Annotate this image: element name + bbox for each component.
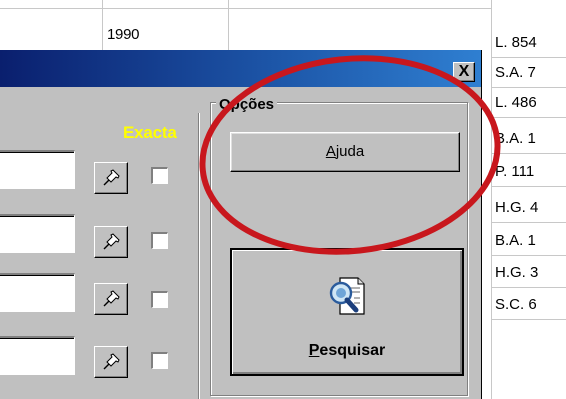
exacta-checkbox[interactable] bbox=[151, 291, 168, 308]
list-item[interactable]: B.A. 1 bbox=[492, 226, 566, 256]
pin-button[interactable] bbox=[94, 283, 128, 315]
year-cell: 1990 bbox=[107, 26, 140, 43]
search-field[interactable] bbox=[0, 150, 75, 189]
pushpin-icon bbox=[103, 169, 120, 186]
search-field[interactable] bbox=[0, 214, 75, 253]
list-item[interactable]: H.G. 3 bbox=[492, 258, 566, 288]
search-field[interactable] bbox=[0, 336, 75, 375]
search-button-text: Pesquisar bbox=[232, 342, 462, 360]
list-item[interactable]: L. 486 bbox=[492, 88, 566, 118]
list-item[interactable]: S.A. 7 bbox=[492, 58, 566, 88]
help-button[interactable]: Ajuda bbox=[230, 132, 460, 172]
exacta-checkbox[interactable] bbox=[151, 167, 168, 184]
pushpin-icon bbox=[103, 233, 120, 250]
pin-button[interactable] bbox=[94, 226, 128, 258]
help-button-mnemonic: A bbox=[325, 143, 336, 160]
search-button-mnemonic: P bbox=[308, 342, 320, 359]
search-dialog: X Exacta Opções Ajuda Pesquisar bbox=[0, 50, 482, 399]
pushpin-icon bbox=[103, 353, 120, 370]
pin-button[interactable] bbox=[94, 162, 128, 194]
list-item[interactable]: P. 111 bbox=[492, 157, 566, 187]
close-button[interactable]: X bbox=[453, 62, 475, 82]
list-item[interactable]: B.A. 1 bbox=[492, 124, 566, 154]
list-item[interactable]: L. 854 bbox=[492, 28, 566, 58]
list-item[interactable]: H.G. 4 bbox=[492, 193, 566, 223]
magnifier-document-icon bbox=[329, 277, 365, 315]
pin-button[interactable] bbox=[94, 346, 128, 378]
search-button-label: esquisar bbox=[319, 342, 386, 359]
right-list: L. 854 S.A. 7 L. 486 B.A. 1 P. 111 H.G. … bbox=[492, 0, 566, 399]
exacta-checkbox[interactable] bbox=[151, 232, 168, 249]
list-item[interactable]: S.C. 6 bbox=[492, 290, 566, 320]
exacta-checkbox[interactable] bbox=[151, 352, 168, 369]
pushpin-icon bbox=[103, 290, 120, 307]
exacta-label: Exacta bbox=[123, 123, 177, 142]
close-icon: X bbox=[458, 63, 470, 80]
title-bar[interactable] bbox=[0, 50, 481, 87]
search-field[interactable] bbox=[0, 273, 75, 312]
options-group-title: Opções bbox=[216, 96, 278, 113]
grid-line bbox=[0, 8, 566, 9]
help-button-label: juda bbox=[335, 143, 365, 160]
search-button[interactable]: Pesquisar bbox=[230, 248, 464, 376]
